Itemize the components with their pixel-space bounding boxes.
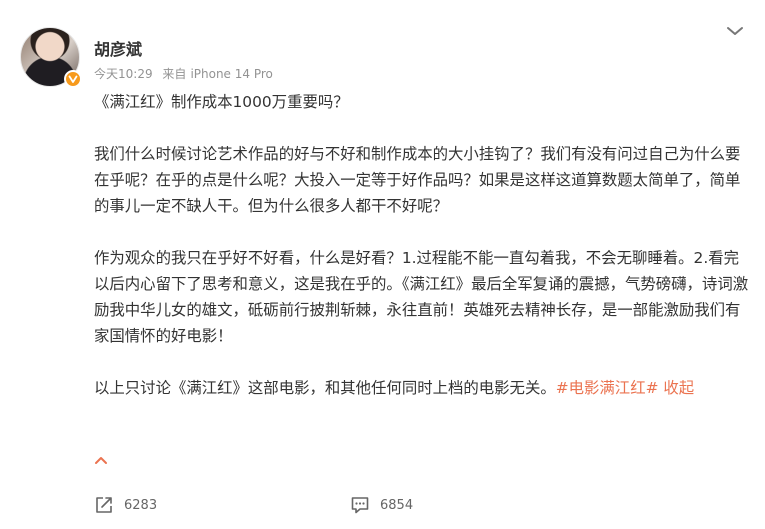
- post-time[interactable]: 今天10:29: [94, 67, 153, 81]
- comment-count: 6854: [380, 497, 414, 513]
- post-last-text: 以上只讨论《满江红》这部电影，和其他任何同时上档的电影无关。: [94, 379, 556, 397]
- source-device: iPhone 14 Pro: [190, 67, 273, 81]
- repost-button[interactable]: 6283: [94, 495, 157, 515]
- post-paragraph-title: 《满江红》制作成本1000万重要吗？: [94, 93, 349, 111]
- post-content: 《满江红》制作成本1000万重要吗？ 我们什么时候讨论艺术作品的好与不好和制作成…: [94, 89, 754, 401]
- chevron-down-icon[interactable]: [724, 20, 746, 42]
- post-paragraph: 作为观众的我只在乎好不好看，什么是好看？1.过程能不能一直勾着我，不会无聊睡着。…: [94, 249, 749, 345]
- collapse-link[interactable]: 收起: [663, 379, 694, 397]
- post-meta: 今天10:29 来自 iPhone 14 Pro: [94, 65, 273, 82]
- verified-badge-icon: [64, 70, 82, 88]
- comment-button[interactable]: 6854: [350, 495, 413, 515]
- source-label: 来自: [162, 67, 187, 81]
- post-source: 来自 iPhone 14 Pro: [162, 67, 272, 81]
- post-paragraph-last: 以上只讨论《满江红》这部电影，和其他任何同时上档的电影无关。#电影满江红# 收起: [94, 375, 754, 401]
- avatar-container[interactable]: [20, 27, 82, 88]
- repost-count: 6283: [124, 497, 158, 513]
- author-name[interactable]: 胡彦斌: [94, 36, 142, 60]
- weibo-post: 胡彦斌 今天10:29 来自 iPhone 14 Pro 《满江红》制作成本100…: [0, 0, 765, 529]
- post-paragraph: 我们什么时候讨论艺术作品的好与不好和制作成本的大小挂钩了？我们有没有问过自己为什…: [94, 145, 741, 215]
- hashtag-link[interactable]: #电影满江红#: [556, 379, 659, 397]
- repost-icon: [96, 497, 112, 513]
- comment-icon: [351, 497, 369, 514]
- chevron-up-icon[interactable]: [93, 452, 109, 466]
